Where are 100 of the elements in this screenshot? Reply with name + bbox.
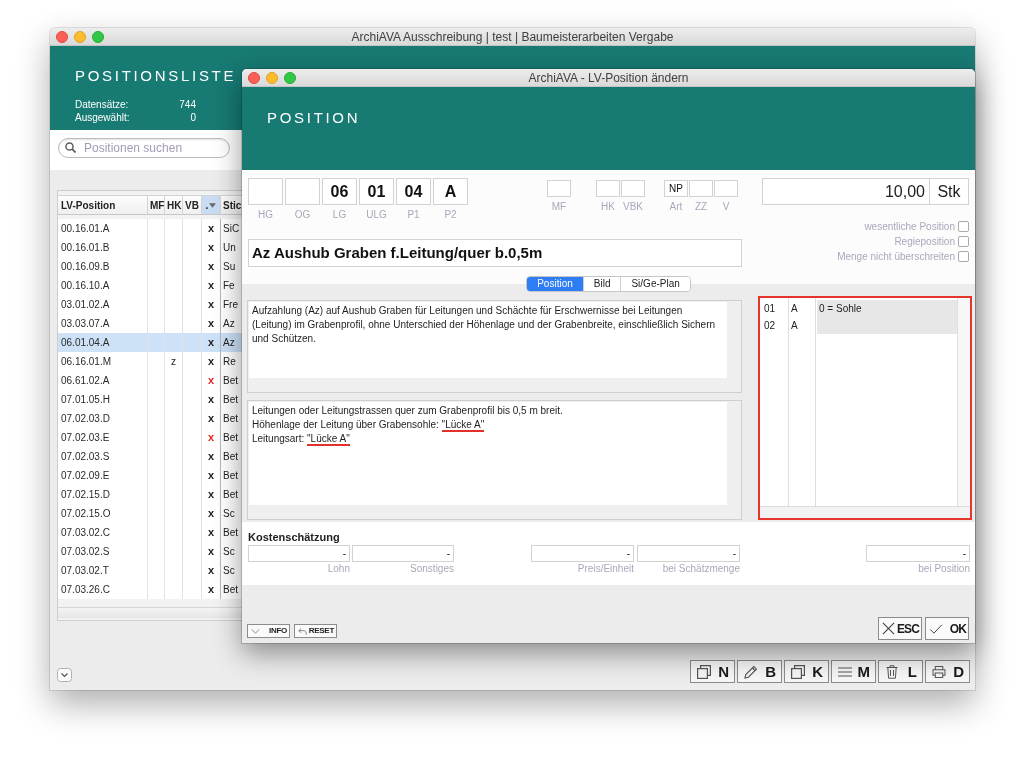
input-field[interactable] xyxy=(547,180,571,197)
scrollbar[interactable] xyxy=(58,607,242,618)
tab[interactable]: Position xyxy=(527,277,583,291)
table-row[interactable]: 07.02.15.D x Bet xyxy=(58,485,242,504)
heading: POSITIONSLISTE xyxy=(75,67,237,85)
status-mark: x xyxy=(207,337,215,348)
input-field[interactable]: Az Aushub Graben f.Leitung/quer b.0,5m xyxy=(248,239,742,267)
stat-label: Ausgewählt: xyxy=(75,111,130,124)
tab[interactable]: Si/Ge-Plan xyxy=(620,277,690,291)
field-label: V xyxy=(722,201,730,213)
input-field[interactable] xyxy=(285,178,320,205)
pencil-icon xyxy=(744,664,758,679)
table-row[interactable]: 00.16.09.B x Su xyxy=(58,257,242,276)
table-row[interactable]: 07.02.09.E x Bet xyxy=(58,466,242,485)
quantity-field[interactable]: 10,00 xyxy=(762,178,930,205)
window-zoom-icon[interactable] xyxy=(284,71,296,84)
table-row[interactable]: 07.03.02.C x Bet xyxy=(58,523,242,542)
table-row[interactable]: 00.16.01.A x SiC xyxy=(58,219,242,238)
window-minimize-icon[interactable] xyxy=(266,71,278,84)
toolbar-button[interactable]: K xyxy=(784,660,829,683)
window-minimize-icon[interactable] xyxy=(74,30,86,43)
table-cell: 07.01.05.H xyxy=(58,390,148,409)
toolbar-button[interactable]: D xyxy=(925,660,970,683)
table-row[interactable]: 07.02.15.O x Sc xyxy=(58,504,242,523)
input-field[interactable] xyxy=(248,178,283,205)
table-row[interactable]: 07.01.05.H x Bet xyxy=(58,390,242,409)
toolbar-button[interactable]: N xyxy=(690,660,735,683)
unit-field[interactable]: Stk xyxy=(930,178,969,205)
checkbox[interactable] xyxy=(958,221,969,232)
input-field[interactable]: - xyxy=(531,545,634,562)
status-mark: x xyxy=(207,299,215,310)
dropdown-chevron-icon[interactable] xyxy=(57,668,72,682)
table-cell-text: Fe xyxy=(222,279,236,293)
column-header[interactable]: LV-Position xyxy=(58,196,148,214)
input-field[interactable]: - xyxy=(248,545,350,562)
toolbar-button[interactable]: M xyxy=(831,660,876,683)
table-cell: 07.02.03.E xyxy=(58,428,148,447)
checkbox[interactable] xyxy=(958,251,969,262)
window-close-icon[interactable] xyxy=(248,71,260,84)
column-header[interactable]: MF xyxy=(148,196,165,214)
text-line: Leitungen oder Leitungstrassen quer zum Grabenprofil bis 0,5 m breit. xyxy=(252,404,564,418)
section-title: Kostenschätzung xyxy=(248,531,341,543)
table-row[interactable]: 00.16.01.B x Un xyxy=(58,238,242,257)
table-row[interactable]: 07.02.03.S x Bet xyxy=(58,447,242,466)
table-row[interactable]: 06.61.02.A x Bet xyxy=(58,371,242,390)
checkbox[interactable] xyxy=(958,236,969,247)
close-icon xyxy=(882,622,895,635)
column-header[interactable]: Stic xyxy=(221,196,241,214)
table-cell: 00.16.09.B xyxy=(58,257,148,276)
stat-value: 744 xyxy=(179,98,196,111)
input-field[interactable]: A xyxy=(433,178,468,205)
input-field[interactable]: - xyxy=(637,545,740,562)
cancel-button[interactable]: ESC xyxy=(878,617,922,640)
ok-button[interactable]: OK xyxy=(925,617,969,640)
search-field[interactable]: Positionen suchen xyxy=(58,138,230,158)
table-row[interactable]: 03.01.02.A x Fre xyxy=(58,295,242,314)
input-field[interactable] xyxy=(689,180,713,197)
input-field[interactable] xyxy=(621,180,645,197)
toolbar-button[interactable]: L xyxy=(878,660,923,683)
table-cell: z xyxy=(165,352,183,371)
window-title: ArchiAVA Ausschreibung | test | Baumeisterarbeiten Vergabe xyxy=(351,29,674,44)
field-label: bei Schätzmenge xyxy=(661,563,740,575)
table-cell: 07.02.15.D xyxy=(58,485,148,504)
scrollbar[interactable] xyxy=(957,298,970,506)
table-row[interactable]: 07.03.02.S x Sc xyxy=(58,542,242,561)
text-area[interactable] xyxy=(247,300,742,393)
reset-button[interactable]: RESET xyxy=(294,624,337,638)
column-header[interactable]: . xyxy=(202,196,221,214)
table-cell-text: Bet xyxy=(222,450,239,464)
table-row[interactable]: 00.16.10.A x Fe xyxy=(58,276,242,295)
table-row[interactable]: 06.01.04.A x Az xyxy=(58,333,242,352)
text-area[interactable]: Leitungen oder Leitungstrassen quer zum Grabenprofil bis 0,5 m breit. Höhenlage der Leitung über Grabensohle: "Lücke A" Leitungsart: "Lücke A" xyxy=(247,400,742,520)
input-field[interactable]: - xyxy=(866,545,970,562)
table-row[interactable]: 07.03.02.T x Sc xyxy=(58,561,242,580)
table-cell: 07.03.02.T xyxy=(58,561,148,580)
checkbox-label: wesentliche Position xyxy=(864,221,955,232)
table-row[interactable]: 06.16.01.M z x Re xyxy=(58,352,242,371)
chevron-down-icon xyxy=(251,628,260,634)
search-icon xyxy=(65,142,76,153)
input-field[interactable]: NP xyxy=(664,180,688,197)
input-field[interactable]: - xyxy=(352,545,454,562)
table-row[interactable]: 07.03.26.C x Bet xyxy=(58,580,242,599)
toolbar-button[interactable]: B xyxy=(737,660,782,683)
info-button[interactable]: INFO xyxy=(247,624,290,638)
input-field[interactable] xyxy=(714,180,738,197)
window-close-icon[interactable] xyxy=(56,30,68,43)
input-field[interactable]: 01 xyxy=(359,178,394,205)
window-zoom-icon[interactable] xyxy=(92,30,104,43)
table-row[interactable]: 07.02.03.D x Bet xyxy=(58,409,242,428)
status-mark: x xyxy=(207,508,215,519)
column-header[interactable]: HK xyxy=(165,196,183,214)
table-row[interactable]: 07.02.03.E x Bet xyxy=(58,428,242,447)
input-field[interactable]: 04 xyxy=(396,178,431,205)
table-cell: 00.16.10.A xyxy=(58,276,148,295)
field-label: LG xyxy=(332,209,347,221)
input-field[interactable]: 06 xyxy=(322,178,357,205)
checkmark-icon xyxy=(929,623,943,634)
input-field[interactable] xyxy=(596,180,620,197)
undo-arrow-icon xyxy=(298,627,307,635)
scrollbar[interactable] xyxy=(760,506,970,518)
